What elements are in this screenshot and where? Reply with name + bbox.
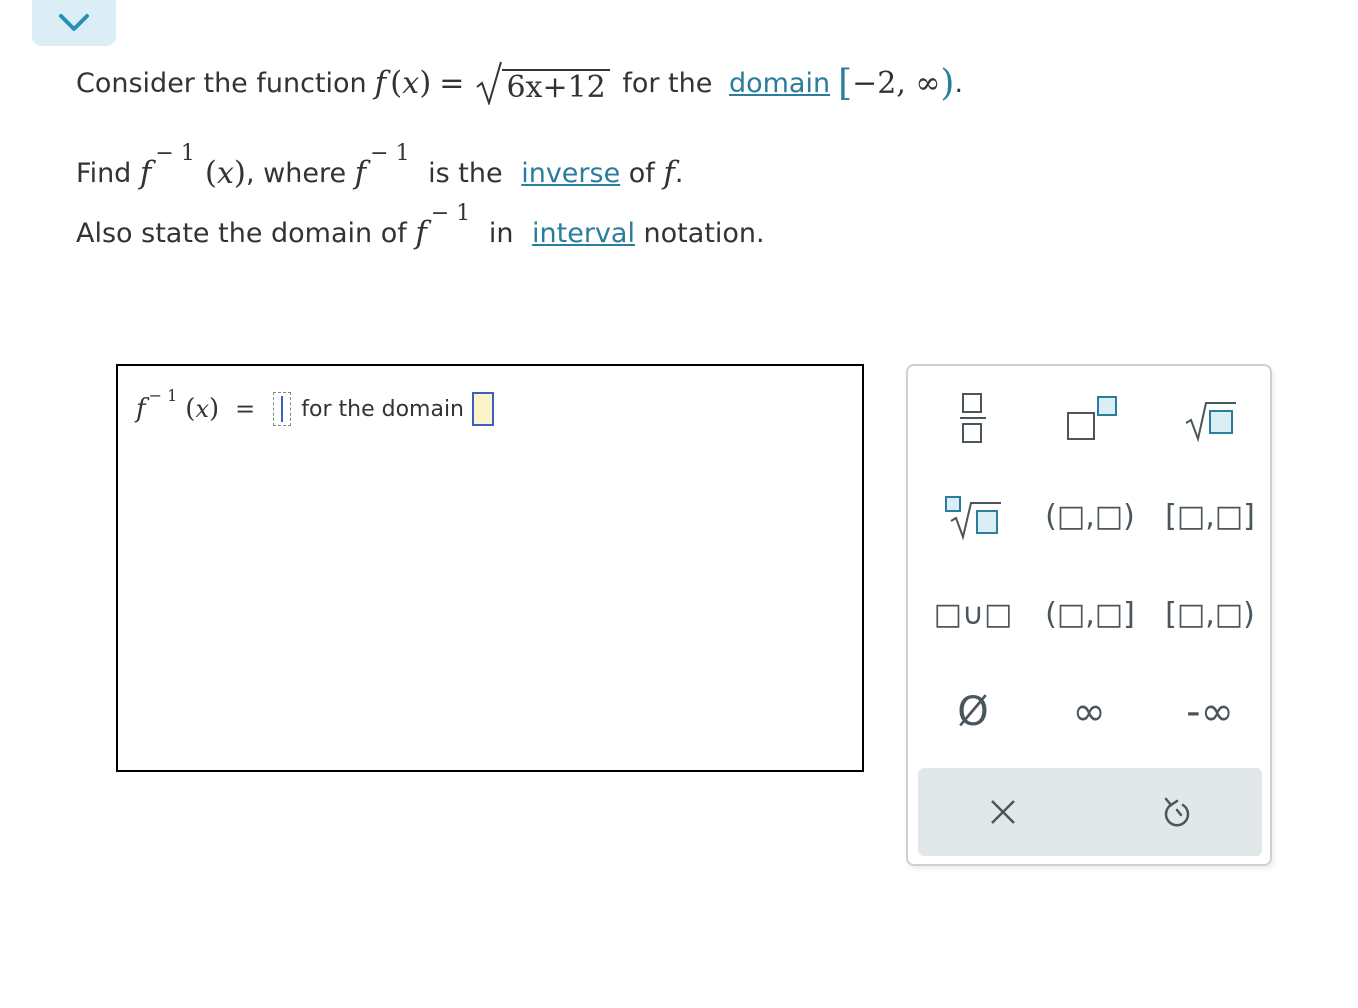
nth-root-button[interactable] xyxy=(938,486,1008,546)
q1-equals: = xyxy=(439,65,465,101)
ans-f: f xyxy=(136,394,146,424)
ans-inv-exp: − 1 xyxy=(148,385,178,405)
q2-prefix: Find xyxy=(76,157,140,189)
square-root-icon xyxy=(1185,402,1236,443)
infinity-button[interactable]: ∞ xyxy=(1054,682,1124,742)
right-open-interval-button[interactable]: [□,□) xyxy=(1160,584,1260,644)
q1-mid: for the xyxy=(613,67,721,99)
q2-var: x xyxy=(216,155,234,191)
empty-set-button[interactable]: Ø xyxy=(938,682,1008,742)
neg-infinity-button[interactable]: -∞ xyxy=(1170,682,1250,742)
interval-link[interactable]: interval xyxy=(532,218,635,249)
superscript-icon xyxy=(1067,396,1117,440)
q1-f: f xyxy=(374,65,387,101)
q2-of: of xyxy=(620,157,664,189)
ans-equals: = xyxy=(235,395,256,423)
sqrt-expression: 6x+12 xyxy=(476,61,610,105)
q3-suffix: notation. xyxy=(634,217,765,249)
domain-link[interactable]: domain xyxy=(729,68,830,99)
neg-infinity-label: -∞ xyxy=(1186,689,1234,735)
q2-end: . xyxy=(674,157,684,189)
q1-suffix: . xyxy=(954,67,964,99)
question-line-1: Consider the function f (x) = 6x+12 for … xyxy=(76,61,964,105)
radical-sign xyxy=(476,61,503,105)
toolbox-action-bar xyxy=(918,768,1262,856)
q2-f3: f xyxy=(663,155,675,191)
clear-button[interactable] xyxy=(968,782,1038,842)
open-interval-label: (□,□) xyxy=(1045,498,1135,534)
q2-f: f xyxy=(139,155,152,191)
q3-inv-exp: − 1 xyxy=(430,200,471,226)
collapse-toggle[interactable] xyxy=(32,0,116,46)
math-toolbox: (□,□) [□,□] □∪□ (□,□] [□,□) Ø ∞ -∞ xyxy=(906,364,1272,866)
open-interval-button[interactable]: (□,□) xyxy=(1040,486,1140,546)
question-line-3: Also state the domain of f − 1 in interv… xyxy=(76,201,765,258)
inverse-function-input[interactable] xyxy=(273,392,292,426)
for-the-domain-label: for the domain xyxy=(301,396,464,422)
inverse-link[interactable]: inverse xyxy=(521,158,620,189)
q1-prefix: Consider the function xyxy=(76,67,367,99)
chevron-down-icon xyxy=(59,14,89,31)
left-open-interval-button[interactable]: (□,□] xyxy=(1040,584,1140,644)
left-open-interval-label: (□,□] xyxy=(1045,596,1135,632)
empty-set-label: Ø xyxy=(957,689,989,735)
q2-inv-exp-2: − 1 xyxy=(370,140,410,166)
q3-prefix: Also state the domain of xyxy=(76,217,416,249)
q2-comma: , where xyxy=(245,157,355,189)
fraction-button[interactable] xyxy=(938,388,1008,448)
closed-interval-label: [□,□] xyxy=(1165,498,1255,534)
exponent-button[interactable] xyxy=(1058,388,1128,448)
right-open-interval-label: [□,□) xyxy=(1165,596,1255,632)
sqrt-button[interactable] xyxy=(1176,388,1246,448)
q2-is-the: is the xyxy=(419,157,512,189)
q1-radicand: 6x+12 xyxy=(502,69,610,105)
fraction-icon xyxy=(960,393,986,443)
q2-f2: f xyxy=(354,155,367,191)
domain-input[interactable] xyxy=(472,392,494,426)
close-icon xyxy=(991,800,1015,824)
q1-interval: −2, ∞ xyxy=(852,65,941,101)
q3-in: in xyxy=(480,217,523,249)
answer-row: f − 1 (x) = for the domain xyxy=(136,386,494,426)
closed-interval-button[interactable]: [□,□] xyxy=(1160,486,1260,546)
ans-var: x xyxy=(195,395,209,423)
undo-button[interactable] xyxy=(1142,782,1212,842)
q2-inv-exp: − 1 xyxy=(155,140,195,166)
nth-root-icon xyxy=(945,496,1001,541)
question-line-2: Find f − 1 (x) , where f − 1 is the inve… xyxy=(76,140,684,192)
q1-var: x xyxy=(402,65,420,101)
undo-icon xyxy=(1164,797,1190,827)
union-button[interactable]: □∪□ xyxy=(928,584,1018,644)
union-label: □∪□ xyxy=(933,596,1013,632)
answer-area[interactable]: f − 1 (x) = for the domain xyxy=(116,364,864,772)
infinity-label: ∞ xyxy=(1072,689,1106,735)
q3-f: f xyxy=(415,215,427,251)
